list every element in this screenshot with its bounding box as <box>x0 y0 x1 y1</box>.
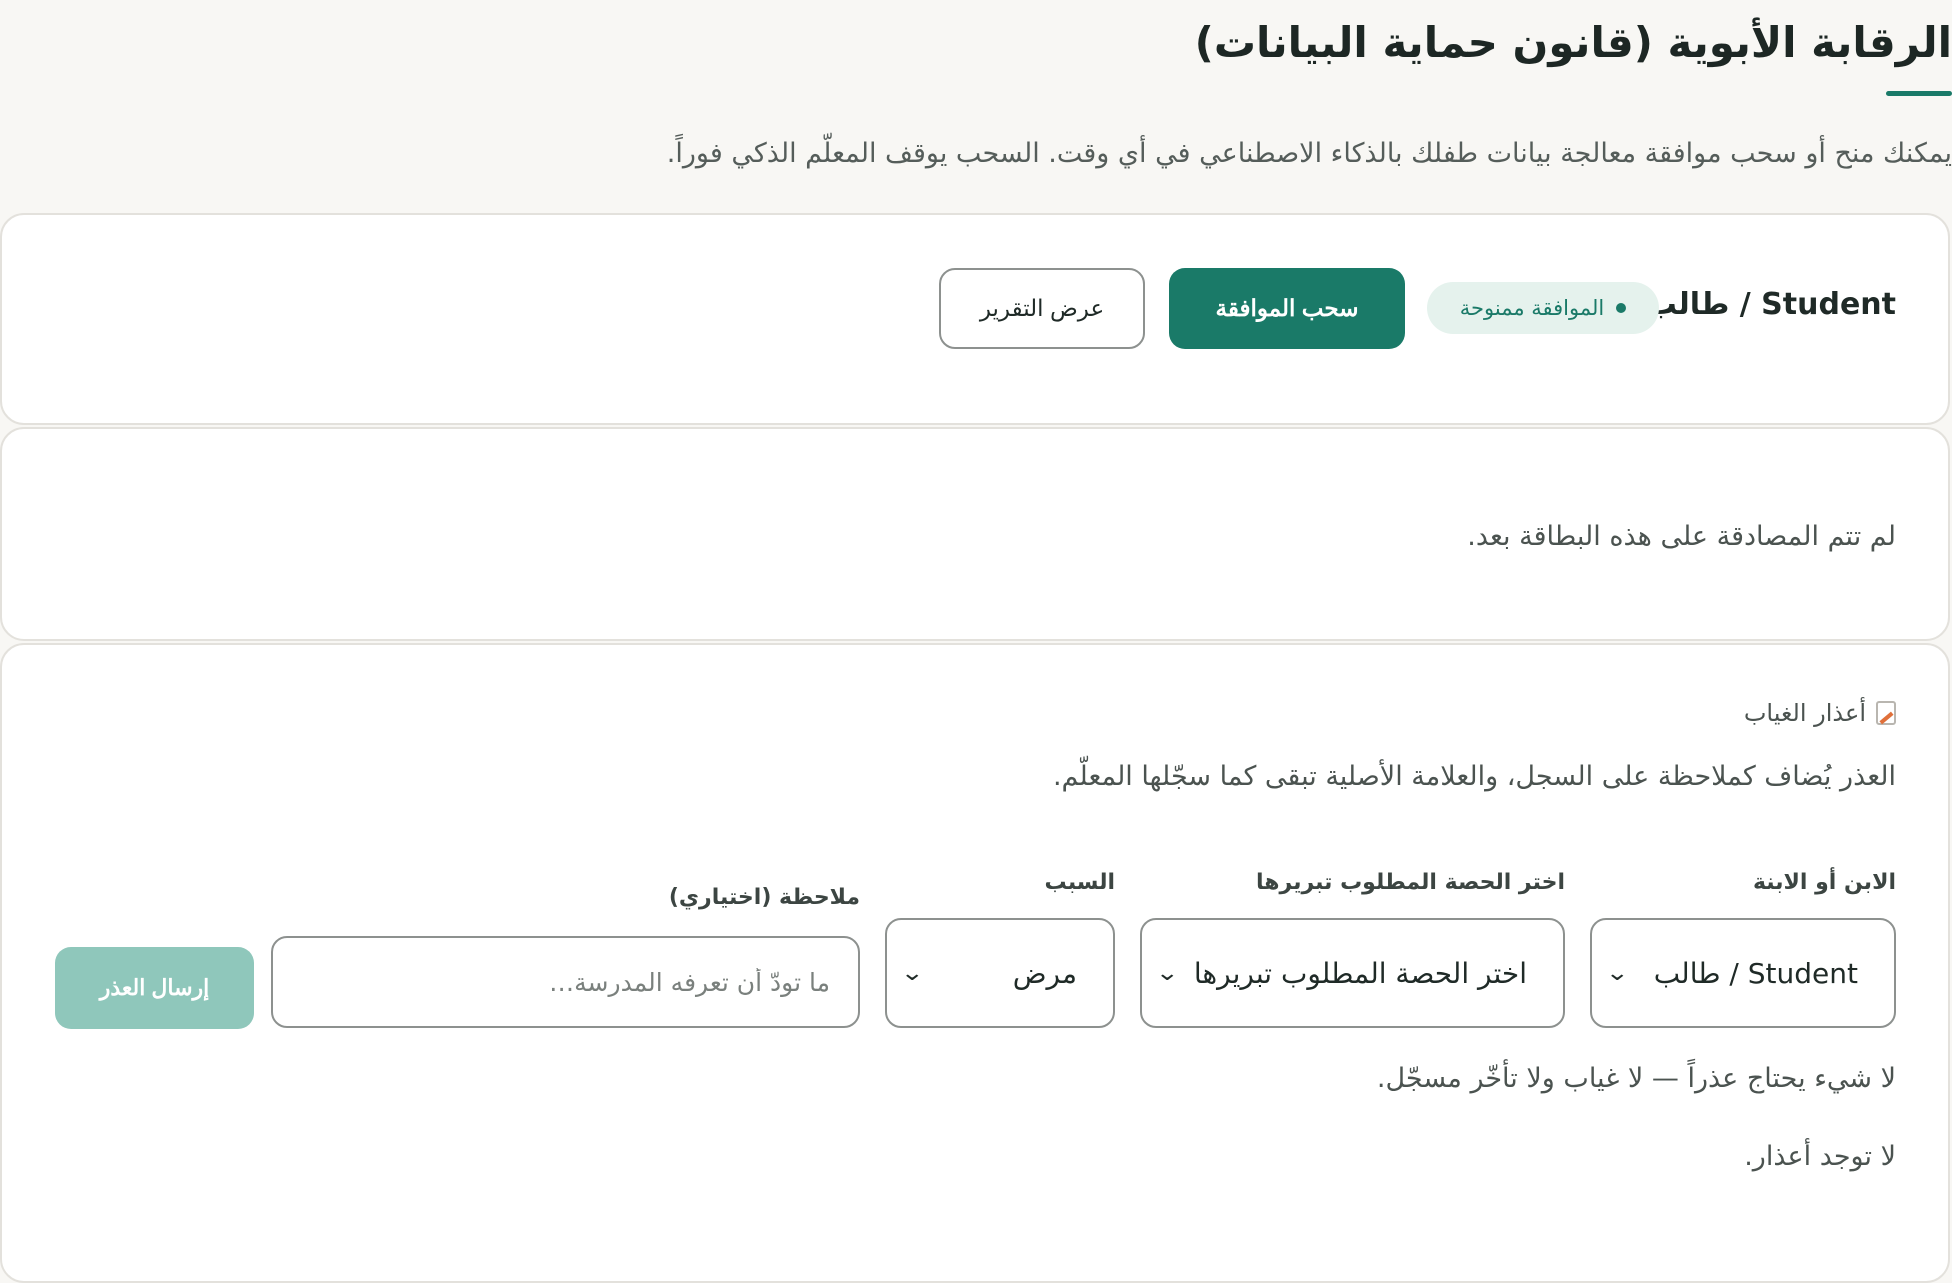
absence-excuses-card: أعذار الغياب العذر يُضاف كملاحظة على الس… <box>0 643 1950 1283</box>
chevron-down-icon: ⌄ <box>1605 960 1630 986</box>
note-input[interactable] <box>271 936 860 1028</box>
section-heading-text: أعذار الغياب <box>1743 699 1866 727</box>
page-intro: يمكنك منح أو سحب موافقة معالجة بيانات طف… <box>666 138 1952 169</box>
nothing-needed-message: لا شيء يحتاج عذراً — لا غياب ولا تأخّر م… <box>1376 1063 1896 1094</box>
chevron-down-icon: ⌄ <box>1155 960 1180 986</box>
status-dot-icon <box>1616 303 1627 313</box>
session-select-value: اختر الحصة المطلوب تبريرها <box>1193 956 1527 990</box>
section-heading: أعذار الغياب <box>1744 699 1896 727</box>
reason-select-value: مرض <box>1012 956 1077 990</box>
student-name: Student / طالب <box>1646 287 1896 322</box>
child-select[interactable]: Student / طالب ⌄ <box>1590 918 1896 1028</box>
consent-card: Student / طالب الموافقة ممنوحة سحب الموا… <box>0 213 1950 425</box>
title-underline <box>1886 91 1952 96</box>
view-report-button[interactable]: عرض التقرير <box>939 268 1145 349</box>
chevron-down-icon: ⌄ <box>900 960 925 986</box>
withdraw-consent-button[interactable]: سحب الموافقة <box>1169 268 1405 349</box>
session-select[interactable]: اختر الحصة المطلوب تبريرها ⌄ <box>1140 918 1565 1028</box>
note-field-label: ملاحظة (اختياري) <box>668 885 860 910</box>
memo-icon <box>1876 701 1896 725</box>
consent-status-text: الموافقة ممنوحة <box>1459 296 1605 320</box>
auth-status-message: لم تتم المصادقة على هذه البطاقة بعد. <box>1467 521 1896 552</box>
section-description: العذر يُضاف كملاحظة على السجل، والعلامة … <box>1052 761 1896 792</box>
submit-excuse-button[interactable]: إرسال العذر <box>55 947 254 1029</box>
session-field-label: اختر الحصة المطلوب تبريرها <box>1256 870 1565 895</box>
reason-field-label: السبب <box>1044 870 1115 895</box>
no-excuses-message: لا توجد أعذار. <box>1744 1141 1896 1172</box>
authentication-card: لم تتم المصادقة على هذه البطاقة بعد. <box>0 427 1950 641</box>
reason-select[interactable]: مرض ⌄ <box>885 918 1115 1028</box>
child-select-value: Student / طالب <box>1653 956 1858 990</box>
page-title: الرقابة الأبوية (قانون حماية البيانات) <box>1194 18 1952 67</box>
consent-status-badge: الموافقة ممنوحة <box>1427 282 1659 334</box>
child-field-label: الابن أو الابنة <box>1752 870 1896 895</box>
